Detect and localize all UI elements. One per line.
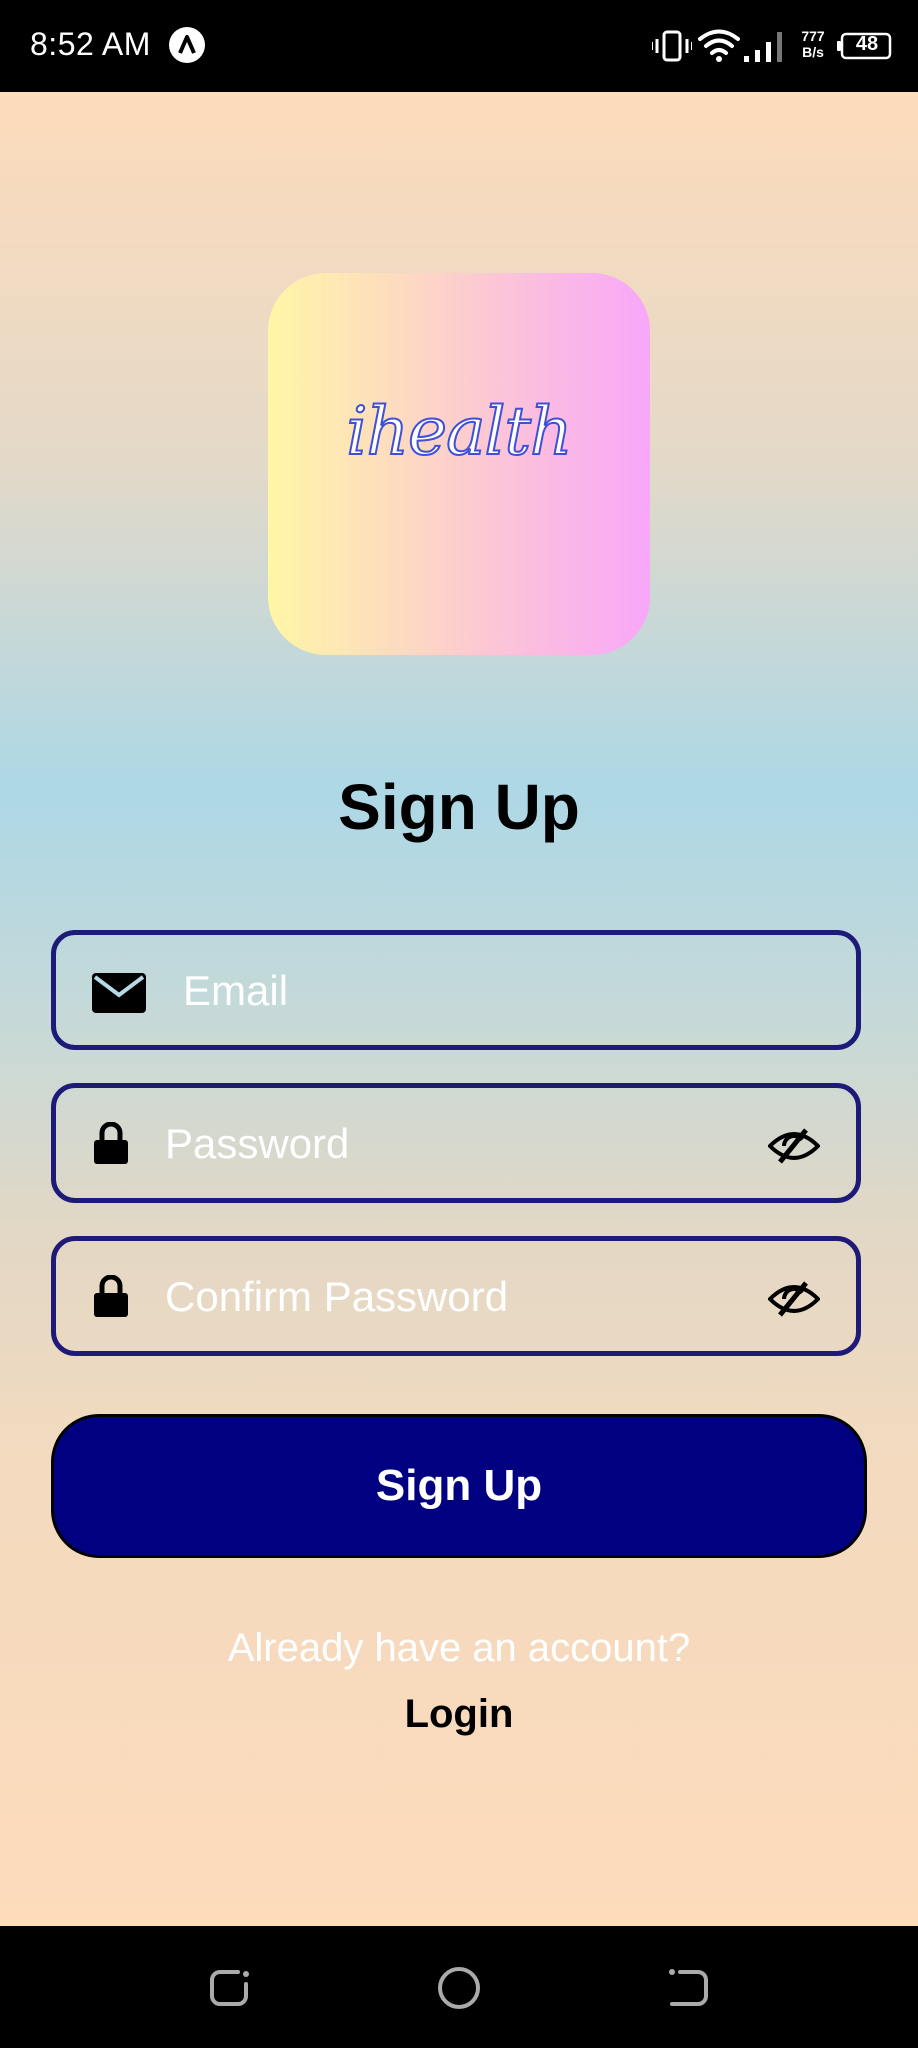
- mail-icon: [92, 973, 146, 1013]
- app-notification-icon: [169, 27, 205, 63]
- email-placeholder: Email: [183, 967, 289, 1014]
- already-have-account-text: Already have an account?: [227, 1626, 691, 1670]
- confirm-password-placeholder: Confirm Password: [165, 1273, 509, 1320]
- vibrate-icon: [652, 30, 692, 62]
- logo-text: ihealth: [345, 392, 573, 471]
- email-field[interactable]: Email: [51, 930, 861, 1050]
- password-placeholder: Password: [165, 1120, 350, 1167]
- status-bar: 8:52 AM 777 B/s 48: [0, 0, 918, 92]
- page-title: Sign Up: [338, 771, 580, 843]
- status-time: 8:52 AM: [30, 26, 151, 62]
- sign-up-button[interactable]: Sign Up: [51, 1414, 867, 1558]
- back-icon[interactable]: [666, 1966, 710, 2010]
- net-speed: 777 B/s: [796, 28, 830, 60]
- signup-screen: ihealth Sign Up Email Password Confirm P…: [0, 92, 918, 1926]
- wifi-icon: [698, 29, 740, 62]
- navigation-bar: [0, 1926, 918, 2048]
- confirm-password-field[interactable]: Confirm Password: [51, 1236, 861, 1356]
- lock-icon: [94, 1122, 128, 1164]
- net-speed-unit: B/s: [802, 44, 824, 60]
- signal-icon: [744, 32, 782, 62]
- password-field[interactable]: Password: [51, 1083, 861, 1203]
- recent-apps-icon[interactable]: [208, 1966, 252, 2010]
- eye-off-icon[interactable]: [768, 1279, 820, 1319]
- net-speed-value: 777: [801, 28, 825, 44]
- login-link[interactable]: Login: [0, 1692, 918, 1737]
- home-icon[interactable]: [437, 1966, 481, 2010]
- battery-level: 48: [855, 33, 879, 55]
- lock-icon: [94, 1275, 128, 1317]
- app-logo: ihealth: [268, 273, 650, 655]
- eye-off-icon[interactable]: [768, 1126, 820, 1166]
